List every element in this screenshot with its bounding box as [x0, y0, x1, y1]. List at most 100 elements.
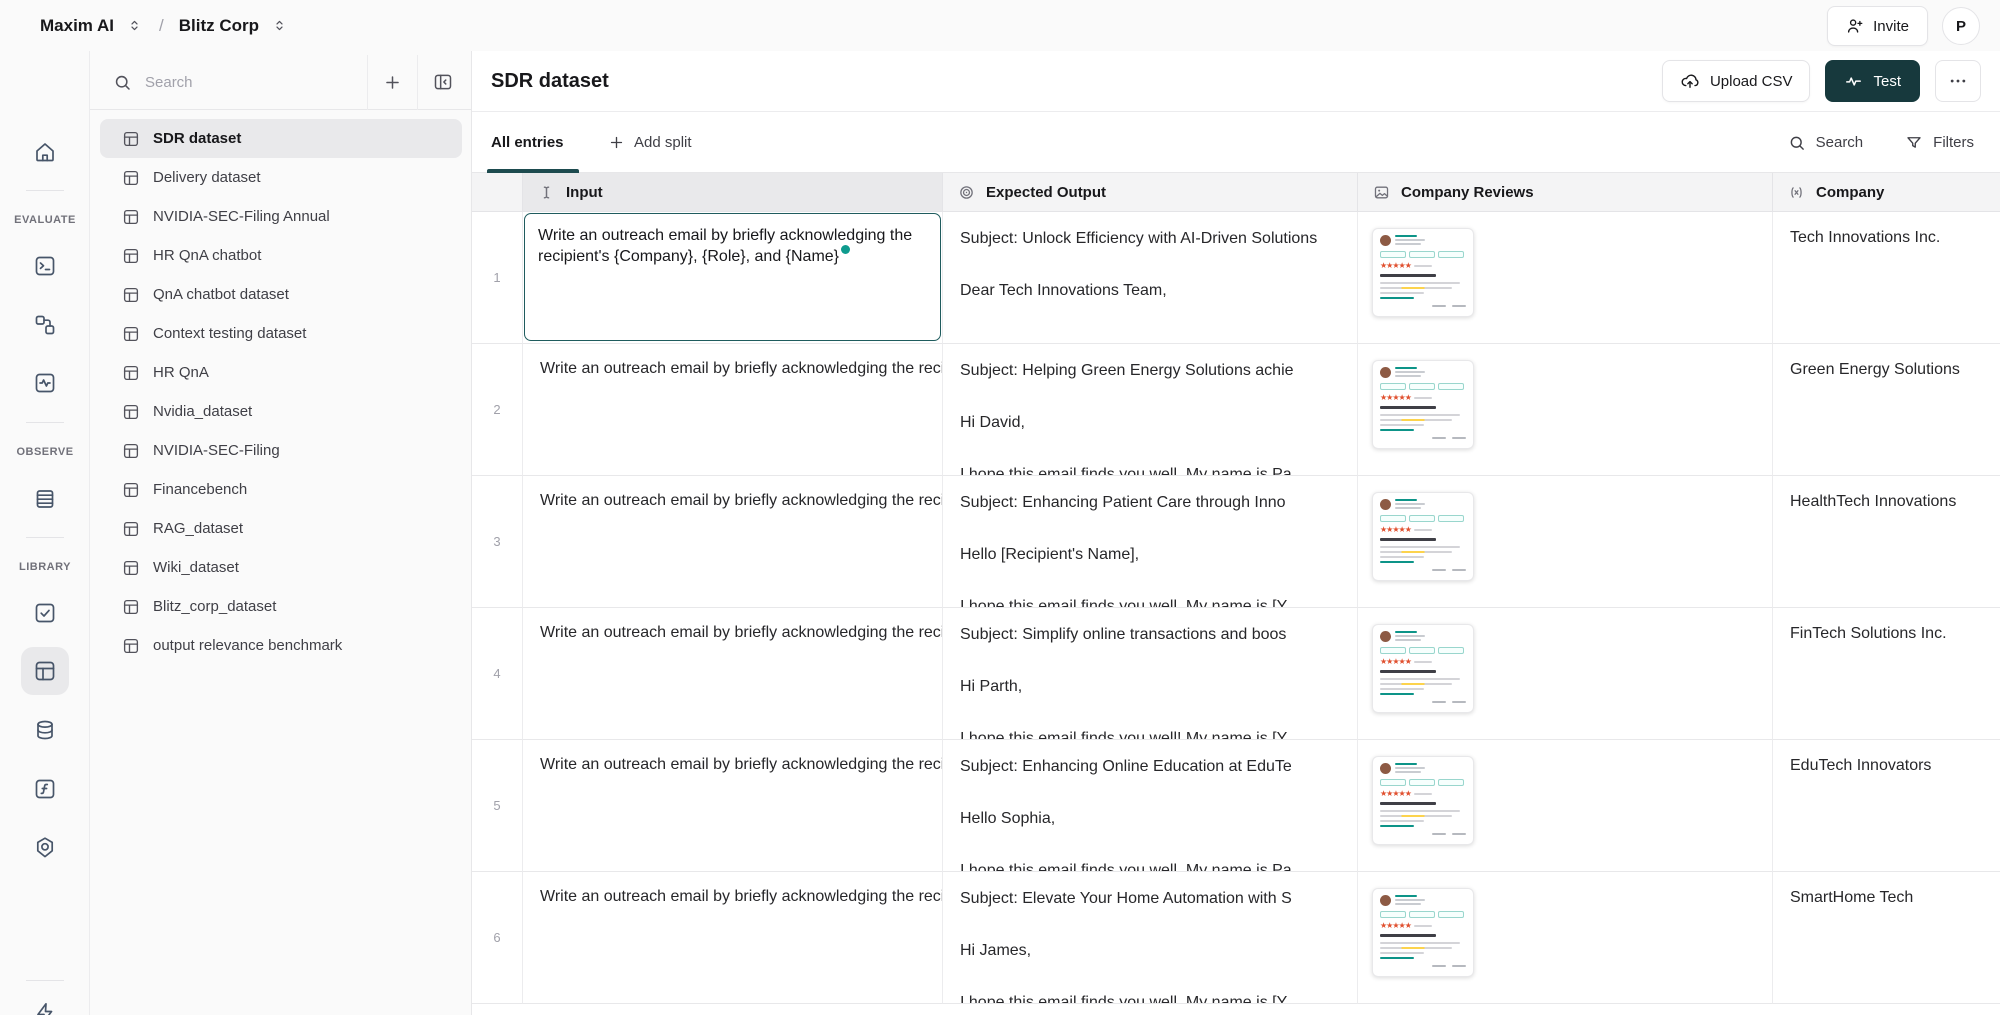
row-number[interactable]: 4	[472, 608, 523, 740]
reviewer-avatar	[1380, 499, 1391, 510]
workspace-switcher-button[interactable]	[125, 16, 144, 35]
tab-all-entries[interactable]: All entries	[491, 112, 564, 173]
expected-output-line: Subject: Simplify online transactions an…	[960, 624, 1337, 645]
dataset-list-item[interactable]: NVIDIA-SEC-Filing	[100, 431, 462, 470]
avatar[interactable]: P	[1942, 7, 1980, 45]
test-button[interactable]: Test	[1825, 60, 1920, 102]
selected-input-cell[interactable]: Write an outreach email by briefly ackno…	[524, 213, 941, 341]
function-icon[interactable]	[33, 777, 57, 801]
prompt-terminal-icon[interactable]	[33, 254, 57, 278]
column-header-company-reviews[interactable]: Company Reviews	[1358, 173, 1773, 212]
review-title-bar	[1380, 274, 1436, 277]
input-cell[interactable]: Write an outreach email by briefly ackno…	[523, 608, 943, 740]
plus-icon	[608, 134, 625, 151]
dataset-list-item[interactable]: Financebench	[100, 470, 462, 509]
row-number[interactable]: 5	[472, 740, 523, 872]
search-entries-button[interactable]: Search	[1788, 134, 1864, 152]
more-options-button[interactable]	[1935, 60, 1981, 102]
review-card-thumbnail[interactable]: ★★★★★	[1372, 888, 1474, 977]
review-card-thumbnail[interactable]: ★★★★★	[1372, 756, 1474, 845]
input-cell[interactable]: Write an outreach email by briefly ackno…	[523, 872, 943, 1004]
dataset-list-item[interactable]: HR QnA chatbot	[100, 236, 462, 275]
company-cell[interactable]: FinTech Solutions Inc.	[1773, 608, 2000, 740]
review-title-bar	[1380, 406, 1436, 409]
row-number[interactable]: 1	[472, 212, 523, 344]
expected-output-line: Subject: Enhancing Online Education at E…	[960, 756, 1337, 777]
dataset-list-item[interactable]: Nvidia_dataset	[100, 392, 462, 431]
dataset-name: Wiki_dataset	[153, 559, 239, 576]
dataset-list-item[interactable]: Blitz_corp_dataset	[100, 587, 462, 626]
review-card-thumbnail[interactable]: ★★★★★	[1372, 624, 1474, 713]
settings-hexagon-icon[interactable]	[33, 835, 57, 859]
input-cell[interactable]: Write an outreach email by briefly ackno…	[523, 344, 943, 476]
search-input[interactable]	[145, 74, 335, 91]
company-cell[interactable]: HealthTech Innovations	[1773, 476, 2000, 608]
dataset-name: Blitz_corp_dataset	[153, 598, 276, 615]
home-icon[interactable]	[33, 140, 57, 164]
project-name[interactable]: Blitz Corp	[179, 16, 259, 36]
workflow-icon[interactable]	[33, 313, 57, 337]
evaluators-check-icon[interactable]	[33, 601, 57, 625]
table-icon	[122, 559, 140, 577]
database-icon[interactable]	[33, 718, 57, 742]
sidebar-search[interactable]	[90, 55, 367, 110]
dataset-list-item[interactable]: SDR dataset	[100, 119, 462, 158]
company-cell[interactable]: EduTech Innovators	[1773, 740, 2000, 872]
dataset-list-item[interactable]: Wiki_dataset	[100, 548, 462, 587]
dataset-list-item[interactable]: Context testing dataset	[100, 314, 462, 353]
expected-output-cell[interactable]: Subject: Enhancing Patient Care through …	[943, 476, 1358, 608]
row-number[interactable]: 2	[472, 344, 523, 476]
company-cell[interactable]: Green Energy Solutions	[1773, 344, 2000, 476]
filters-button[interactable]: Filters	[1905, 134, 1974, 152]
review-card-thumbnail[interactable]: ★★★★★	[1372, 228, 1474, 317]
company-cell[interactable]: SmartHome Tech	[1773, 872, 2000, 1004]
dataset-list-item[interactable]: HR QnA	[100, 353, 462, 392]
column-header-expected-output[interactable]: Expected Output	[943, 173, 1358, 212]
icon-rail: EVALUATE OBSERVE LIBRARY	[0, 51, 90, 1015]
dataset-list-item[interactable]: RAG_dataset	[100, 509, 462, 548]
column-header-input[interactable]: Input	[523, 173, 943, 212]
project-switcher-button[interactable]	[270, 16, 289, 35]
collapse-sidebar-button[interactable]	[417, 55, 467, 110]
input-cell[interactable]: Write an outreach email by briefly ackno…	[523, 740, 943, 872]
test-label: Test	[1873, 73, 1901, 90]
expected-output-line: Hi Parth,	[960, 676, 1337, 697]
dataset-list-item[interactable]: output relevance benchmark	[100, 626, 462, 665]
dataset-list-item[interactable]: Delivery dataset	[100, 158, 462, 197]
company-reviews-cell[interactable]: ★★★★★	[1358, 608, 1773, 740]
input-cell[interactable]: Write an outreach email by briefly ackno…	[523, 212, 943, 344]
expected-output-cell[interactable]: Subject: Simplify online transactions an…	[943, 608, 1358, 740]
column-header-company[interactable]: Company	[1773, 173, 2000, 212]
upload-csv-button[interactable]: Upload CSV	[1662, 60, 1811, 102]
expected-output-cell[interactable]: Subject: Enhancing Online Education at E…	[943, 740, 1358, 872]
datasets-nav-active[interactable]	[21, 647, 69, 695]
expected-output-cell[interactable]: Subject: Elevate Your Home Automation wi…	[943, 872, 1358, 1004]
table-row: 2 Write an outreach email by briefly ack…	[472, 344, 2000, 476]
review-card-thumbnail[interactable]: ★★★★★	[1372, 492, 1474, 581]
invite-button[interactable]: Invite	[1827, 6, 1928, 46]
review-card-thumbnail[interactable]: ★★★★★	[1372, 360, 1474, 449]
dataset-list-item[interactable]: NVIDIA-SEC-Filing Annual	[100, 197, 462, 236]
row-number[interactable]: 6	[472, 872, 523, 1004]
new-dataset-button[interactable]	[367, 55, 417, 110]
upload-csv-label: Upload CSV	[1710, 73, 1793, 90]
filters-label: Filters	[1933, 134, 1974, 151]
workspace-name[interactable]: Maxim AI	[40, 16, 114, 36]
expected-output-line: Hello [Recipient's Name],	[960, 544, 1337, 565]
input-cell[interactable]: Write an outreach email by briefly ackno…	[523, 476, 943, 608]
company-reviews-cell[interactable]: ★★★★★	[1358, 212, 1773, 344]
company-reviews-cell[interactable]: ★★★★★	[1358, 344, 1773, 476]
zap-icon[interactable]	[33, 1001, 57, 1015]
activity-square-icon[interactable]	[33, 371, 57, 395]
plus-icon	[383, 73, 402, 92]
company-cell[interactable]: Tech Innovations Inc.	[1773, 212, 2000, 344]
add-split-button[interactable]: Add split	[608, 112, 692, 173]
expected-output-cell[interactable]: Subject: Unlock Efficiency with AI-Drive…	[943, 212, 1358, 344]
logs-icon[interactable]	[33, 487, 57, 511]
dataset-list-item[interactable]: QnA chatbot dataset	[100, 275, 462, 314]
row-number[interactable]: 3	[472, 476, 523, 608]
company-reviews-cell[interactable]: ★★★★★	[1358, 476, 1773, 608]
company-reviews-cell[interactable]: ★★★★★	[1358, 740, 1773, 872]
expected-output-cell[interactable]: Subject: Helping Green Energy Solutions …	[943, 344, 1358, 476]
company-reviews-cell[interactable]: ★★★★★	[1358, 872, 1773, 1004]
